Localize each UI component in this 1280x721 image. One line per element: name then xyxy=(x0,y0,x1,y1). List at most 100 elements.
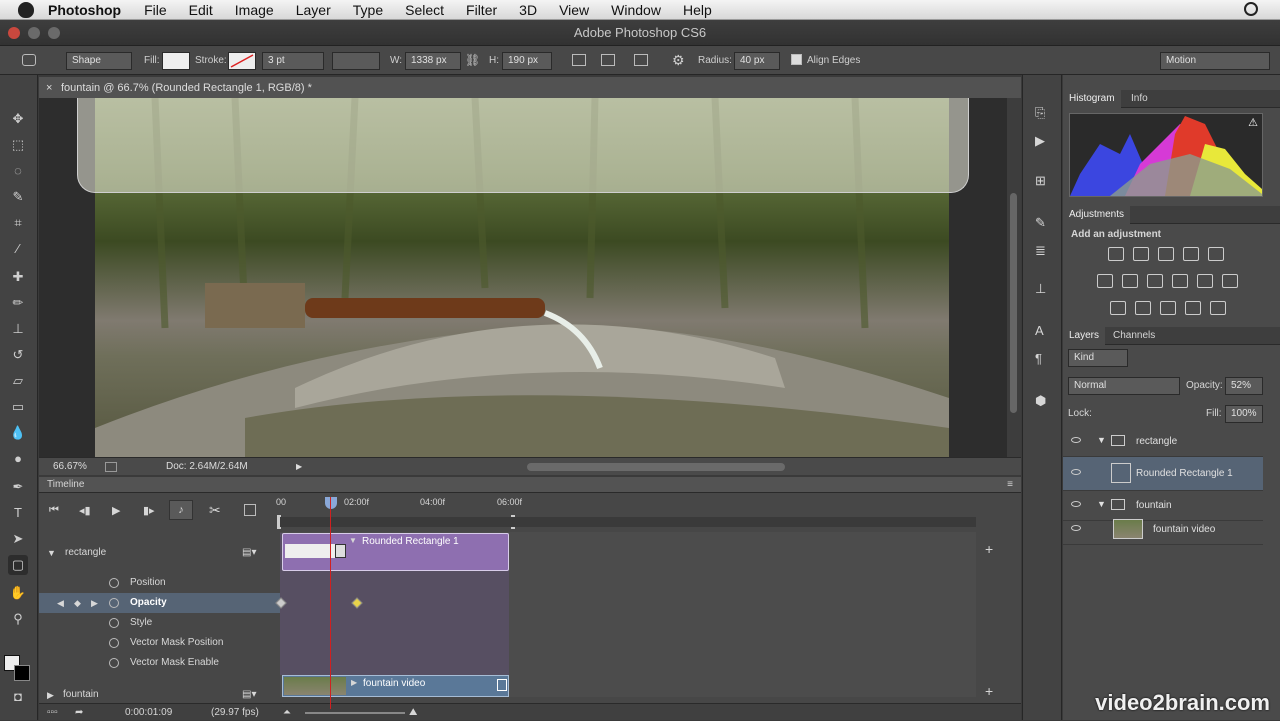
dodge-tool-icon[interactable]: ● xyxy=(8,449,28,469)
spotlight-search-icon[interactable] xyxy=(1244,2,1258,16)
zoom-window-button[interactable] xyxy=(48,27,60,39)
zoom-in-icon[interactable]: ⛰ xyxy=(409,704,417,721)
path-operations-icon[interactable] xyxy=(572,54,586,66)
previous-frame-icon[interactable]: ◂▮ xyxy=(79,504,91,517)
layer-comps-icon[interactable]: ⊞ xyxy=(1035,173,1046,189)
group-expand-icon[interactable]: ▼ xyxy=(1097,499,1106,509)
status-menu-icon[interactable] xyxy=(105,462,117,472)
hue-saturation-icon[interactable] xyxy=(1097,274,1113,288)
rounded-rectangle-tool-icon[interactable]: ▢ xyxy=(8,555,28,575)
group-expand-icon[interactable]: ▼ xyxy=(1097,435,1106,445)
clip-expand-icon[interactable]: ▼ xyxy=(349,536,357,545)
add-media-icon[interactable]: + xyxy=(985,541,993,557)
layer-row[interactable]: fountain video xyxy=(1063,515,1263,545)
document-tab[interactable]: × fountain @ 66.7% (Rounded Rectangle 1,… xyxy=(39,77,1021,99)
status-arrow-icon[interactable]: ▶ xyxy=(296,458,302,476)
stopwatch-icon[interactable] xyxy=(109,618,119,628)
levels-icon[interactable] xyxy=(1133,247,1149,261)
stroke-width-input[interactable]: 3 pt xyxy=(262,52,324,70)
add-media-icon[interactable]: + xyxy=(985,683,993,699)
work-area-bar[interactable] xyxy=(280,517,976,527)
eraser-tool-icon[interactable]: ▱ xyxy=(8,371,28,391)
fill-input[interactable]: 100% xyxy=(1225,405,1263,423)
property-row-selected[interactable]: ◀ ◆ ▶ Opacity xyxy=(39,593,280,613)
menu-type[interactable]: Type xyxy=(353,2,383,18)
split-scissors-icon[interactable]: ✂ xyxy=(209,502,221,519)
lasso-tool-icon[interactable]: ◌ xyxy=(8,161,28,181)
play-icon[interactable]: ▶ xyxy=(112,504,120,517)
clip-fountain-video[interactable]: ▶ fountain video xyxy=(282,675,509,697)
photo-filter-icon[interactable] xyxy=(1172,274,1188,288)
zoom-level[interactable]: 66.67% xyxy=(53,458,87,476)
timeline-zoom-slider[interactable] xyxy=(305,712,405,714)
history-icon[interactable]: ⎘ xyxy=(1035,105,1045,121)
clip-end-icon[interactable] xyxy=(497,679,507,691)
radius-input[interactable]: 40 px xyxy=(734,52,780,70)
collapse-arrow-icon[interactable]: ▶ xyxy=(47,685,54,705)
character-icon[interactable]: A xyxy=(1035,323,1044,338)
pen-tool-icon[interactable]: ✒ xyxy=(8,477,28,497)
visibility-eye-icon[interactable] xyxy=(1071,437,1081,443)
path-alignment-icon[interactable] xyxy=(601,54,615,66)
transition-icon[interactable] xyxy=(244,504,256,516)
height-input[interactable]: 190 px xyxy=(502,52,552,70)
render-video-icon[interactable]: ➦ xyxy=(75,704,83,721)
tab-layers[interactable]: Layers xyxy=(1063,327,1105,345)
eyedropper-tool-icon[interactable]: ⁄ xyxy=(8,239,28,259)
exposure-icon[interactable] xyxy=(1183,247,1199,261)
menu-filter[interactable]: Filter xyxy=(466,2,497,18)
tab-info[interactable]: Info xyxy=(1125,90,1154,108)
stopwatch-icon[interactable] xyxy=(109,598,119,608)
shape-mode-select[interactable]: Shape xyxy=(66,52,132,70)
link-icon[interactable]: ⛓ xyxy=(465,53,480,67)
align-edges-checkbox[interactable] xyxy=(791,54,802,65)
app-menu[interactable]: Photoshop xyxy=(48,2,121,18)
selective-color-icon[interactable] xyxy=(1210,301,1226,315)
minimize-window-button[interactable] xyxy=(28,27,40,39)
menu-view[interactable]: View xyxy=(559,2,589,18)
gradient-tool-icon[interactable]: ▭ xyxy=(8,397,28,417)
apple-icon[interactable] xyxy=(18,2,34,18)
convert-frame-animation-icon[interactable]: ▫▫▫ xyxy=(47,704,58,721)
timeline-menu-icon[interactable]: ≡ xyxy=(1007,477,1013,493)
type-tool-icon[interactable]: T xyxy=(8,503,28,523)
filmstrip-menu-icon[interactable]: ▤▾ xyxy=(242,543,256,563)
canvas-vertical-scrollbar[interactable] xyxy=(1007,98,1021,457)
gear-icon[interactable]: ⚙ xyxy=(672,52,685,69)
property-row[interactable]: Vector Mask Position xyxy=(39,633,280,653)
blur-tool-icon[interactable]: 💧 xyxy=(8,423,28,443)
close-document-icon[interactable]: × xyxy=(46,77,52,99)
playhead-handle[interactable] xyxy=(325,497,337,509)
menu-file[interactable]: File xyxy=(144,2,167,18)
history-brush-tool-icon[interactable]: ↺ xyxy=(8,345,28,365)
visibility-eye-icon[interactable] xyxy=(1071,501,1081,507)
marquee-tool-icon[interactable]: ⬚ xyxy=(8,135,28,155)
workspace-select[interactable]: Motion xyxy=(1160,52,1270,70)
warning-icon[interactable]: ⚠ xyxy=(1248,116,1258,129)
quick-mask-icon[interactable]: ◘ xyxy=(8,687,28,707)
quick-select-tool-icon[interactable]: ✎ xyxy=(8,187,28,207)
go-to-first-frame-icon[interactable]: ⏮ xyxy=(49,504,59,517)
gradient-map-icon[interactable] xyxy=(1185,301,1201,315)
move-tool-icon[interactable]: ✥ xyxy=(8,109,28,129)
channel-mixer-icon[interactable] xyxy=(1197,274,1213,288)
crop-tool-icon[interactable]: ⌗ xyxy=(8,213,28,233)
menu-edit[interactable]: Edit xyxy=(189,2,213,18)
paragraph-icon[interactable]: ¶ xyxy=(1035,351,1042,366)
visibility-eye-icon[interactable] xyxy=(1071,469,1081,475)
zoom-tool-icon[interactable]: ⚲ xyxy=(8,609,28,629)
clone-stamp-tool-icon[interactable]: ⊥ xyxy=(8,319,28,339)
posterize-icon[interactable] xyxy=(1135,301,1151,315)
width-input[interactable]: 1338 px xyxy=(405,52,461,70)
visibility-eye-icon[interactable] xyxy=(1071,525,1081,531)
actions-icon[interactable]: ▶ xyxy=(1035,133,1045,149)
color-lookup-icon[interactable] xyxy=(1222,274,1238,288)
brush-tool-icon[interactable]: ✏ xyxy=(8,293,28,313)
invert-icon[interactable] xyxy=(1110,301,1126,315)
threshold-icon[interactable] xyxy=(1160,301,1176,315)
vscroll-thumb[interactable] xyxy=(1010,193,1017,413)
stroke-swatch[interactable] xyxy=(228,52,256,70)
menu-layer[interactable]: Layer xyxy=(296,2,331,18)
menu-image[interactable]: Image xyxy=(235,2,274,18)
layer-filter-kind-select[interactable]: Kind xyxy=(1068,349,1128,367)
